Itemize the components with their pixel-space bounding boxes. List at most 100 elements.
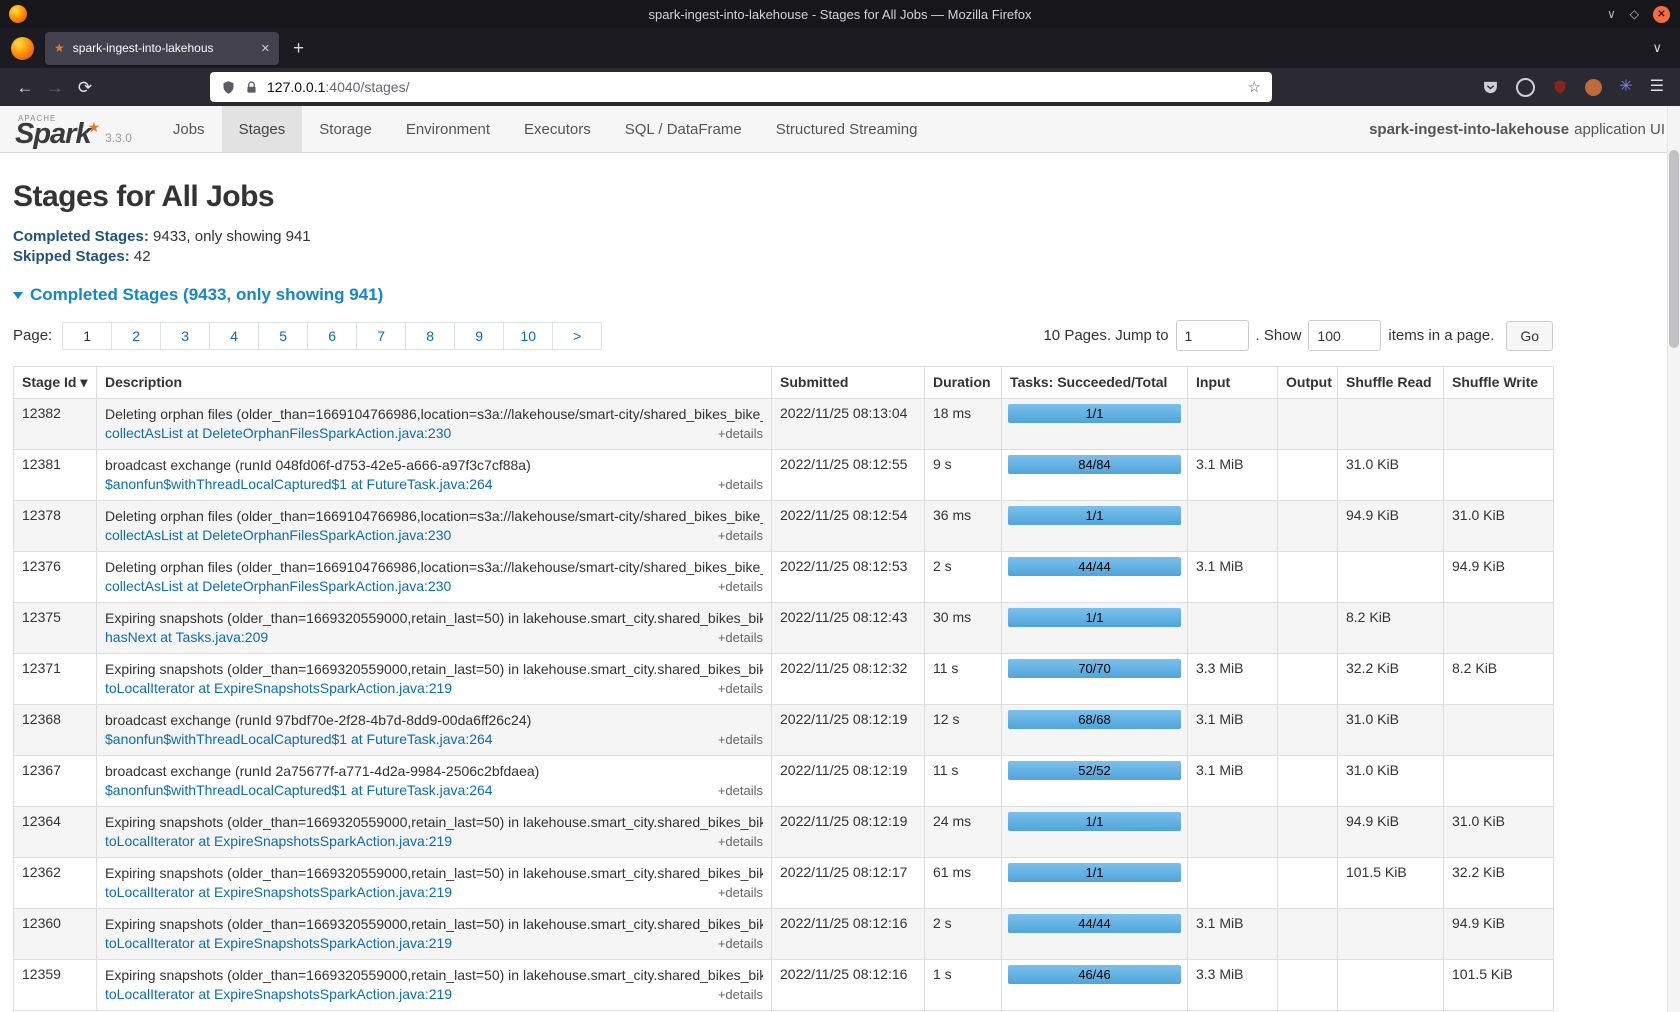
- browser-tab[interactable]: ★ spark-ingest-into-lakehous ✕: [45, 32, 279, 65]
- details-toggle[interactable]: +details: [718, 577, 763, 596]
- column-header-tasks-succeeded-total[interactable]: Tasks: Succeeded/Total: [1002, 367, 1188, 399]
- stage-detail-link[interactable]: collectAsList at DeleteOrphanFilesSparkA…: [105, 577, 451, 596]
- stage-detail-link[interactable]: collectAsList at DeleteOrphanFilesSparkA…: [105, 526, 451, 545]
- stage-detail-link[interactable]: toLocalIterator at ExpireSnapshotsSparkA…: [105, 832, 452, 851]
- details-toggle[interactable]: +details: [718, 679, 763, 698]
- new-tab-button[interactable]: +: [293, 39, 304, 58]
- items-per-page-input[interactable]: [1308, 320, 1381, 351]
- shuffle-read-cell: 8.2 KiB: [1338, 603, 1444, 654]
- completed-stages-link[interactable]: Completed Stages:: [13, 228, 149, 245]
- details-toggle[interactable]: +details: [718, 628, 763, 647]
- account-icon[interactable]: [1516, 78, 1535, 97]
- skipped-stages-link[interactable]: Skipped Stages:: [13, 248, 130, 265]
- stage-detail-link[interactable]: $anonfun$withThreadLocalCaptured$1 at Fu…: [105, 781, 493, 800]
- stage-id-cell: 12382: [14, 399, 97, 450]
- page-button-1[interactable]: 1: [62, 322, 112, 350]
- details-toggle[interactable]: +details: [718, 526, 763, 545]
- details-toggle[interactable]: +details: [718, 475, 763, 494]
- extension-pinwheel-icon[interactable]: ✳: [1619, 79, 1632, 95]
- tab-close-icon[interactable]: ✕: [261, 42, 270, 55]
- go-button[interactable]: Go: [1506, 321, 1553, 351]
- ublock-shield-icon[interactable]: [1552, 79, 1568, 95]
- column-header-duration[interactable]: Duration: [925, 367, 1002, 399]
- page-button-9[interactable]: 9: [454, 322, 504, 350]
- url-bar[interactable]: 127.0.0.1:4040/stages/ ☆: [210, 72, 1272, 102]
- description-cell: Deleting orphan files (older_than=166910…: [97, 552, 772, 603]
- stage-detail-link[interactable]: collectAsList at DeleteOrphanFilesSparkA…: [105, 424, 451, 443]
- stage-detail-link[interactable]: hasNext at Tasks.java:209: [105, 628, 268, 647]
- stage-detail-link[interactable]: toLocalIterator at ExpireSnapshotsSparkA…: [105, 883, 452, 902]
- page-button-8[interactable]: 8: [405, 322, 455, 350]
- stage-detail-link[interactable]: toLocalIterator at ExpireSnapshotsSparkA…: [105, 679, 452, 698]
- page-button-6[interactable]: 6: [307, 322, 357, 350]
- spark-nav-environment[interactable]: Environment: [389, 106, 507, 152]
- details-toggle[interactable]: +details: [718, 985, 763, 1004]
- jump-to-page-input[interactable]: [1176, 320, 1249, 351]
- minimize-button[interactable]: ∨: [1607, 8, 1616, 20]
- scrollbar-thumb[interactable]: [1669, 150, 1679, 348]
- column-header-stage-id[interactable]: Stage Id ▾: [14, 367, 97, 399]
- submitted-cell: 2022/11/25 08:12:53: [772, 552, 925, 603]
- avatar-icon[interactable]: [1585, 79, 1602, 96]
- details-toggle[interactable]: +details: [718, 424, 763, 443]
- stage-detail-link[interactable]: toLocalIterator at ExpireSnapshotsSparkA…: [105, 985, 452, 1004]
- description-cell: Deleting orphan files (older_than=166910…: [97, 501, 772, 552]
- spark-nav-storage[interactable]: Storage: [302, 106, 389, 152]
- column-header-description[interactable]: Description: [97, 367, 772, 399]
- spark-nav-sql-dataframe[interactable]: SQL / DataFrame: [608, 106, 759, 152]
- column-header-output[interactable]: Output: [1278, 367, 1338, 399]
- tracking-protection-shield-icon[interactable]: [221, 80, 236, 95]
- spark-nav-stages[interactable]: Stages: [222, 106, 303, 152]
- page-button-10[interactable]: 10: [503, 322, 553, 350]
- spark-nav-jobs[interactable]: Jobs: [156, 106, 222, 152]
- output-cell: [1278, 450, 1338, 501]
- list-all-tabs-icon[interactable]: ∨: [1652, 40, 1662, 56]
- details-toggle[interactable]: +details: [718, 934, 763, 953]
- input-cell: 3.1 MiB: [1188, 450, 1278, 501]
- bookmark-star-icon[interactable]: ☆: [1248, 78, 1261, 96]
- back-button[interactable]: ←: [10, 79, 40, 96]
- input-cell: [1188, 603, 1278, 654]
- tasks-cell: 1/1: [1002, 399, 1188, 450]
- details-toggle[interactable]: +details: [718, 730, 763, 749]
- page-button-7[interactable]: 7: [356, 322, 406, 350]
- spark-nav-executors[interactable]: Executors: [507, 106, 608, 152]
- close-button[interactable]: ✕: [1653, 6, 1670, 23]
- column-header-input[interactable]: Input: [1188, 367, 1278, 399]
- stage-detail-link[interactable]: toLocalIterator at ExpireSnapshotsSparkA…: [105, 934, 452, 953]
- spark-logo[interactable]: APACHESpark★ 3.3.0: [0, 106, 132, 152]
- page-button-3[interactable]: 3: [160, 322, 210, 350]
- page-button-5[interactable]: 5: [258, 322, 308, 350]
- toolbar-extension-icons: ✳ ☰: [1482, 78, 1670, 97]
- task-progress-label: 1/1: [1008, 812, 1181, 831]
- reload-button[interactable]: ⟳: [70, 79, 100, 96]
- maximize-button[interactable]: ◇: [1630, 8, 1639, 20]
- task-progress-bar: 1/1: [1008, 812, 1181, 831]
- page-next-button[interactable]: >: [552, 322, 602, 350]
- page-button-4[interactable]: 4: [209, 322, 259, 350]
- spark-favicon-icon: ★: [54, 41, 65, 55]
- column-header-shuffle-write[interactable]: Shuffle Write: [1444, 367, 1554, 399]
- completed-stages-section-toggle[interactable]: Completed Stages (9433, only showing 941…: [13, 285, 1667, 305]
- column-header-shuffle-read[interactable]: Shuffle Read: [1338, 367, 1444, 399]
- stage-detail-link[interactable]: $anonfun$withThreadLocalCaptured$1 at Fu…: [105, 730, 493, 749]
- shuffle-write-cell: [1444, 399, 1554, 450]
- forward-button[interactable]: →: [40, 79, 70, 96]
- page-button-2[interactable]: 2: [111, 322, 161, 350]
- stage-detail-link[interactable]: $anonfun$withThreadLocalCaptured$1 at Fu…: [105, 475, 493, 494]
- stage-row-12381: 12381broadcast exchange (runId 048fd06f-…: [14, 450, 1554, 501]
- column-header-submitted[interactable]: Submitted: [772, 367, 925, 399]
- lock-icon[interactable]: [245, 81, 258, 94]
- submitted-cell: 2022/11/25 08:12:54: [772, 501, 925, 552]
- spark-nav-structured-streaming[interactable]: Structured Streaming: [759, 106, 935, 152]
- pocket-icon[interactable]: [1482, 79, 1499, 96]
- details-toggle[interactable]: +details: [718, 832, 763, 851]
- details-toggle[interactable]: +details: [718, 883, 763, 902]
- stages-table: Stage Id ▾DescriptionSubmittedDurationTa…: [13, 366, 1554, 1011]
- submitted-cell: 2022/11/25 08:12:43: [772, 603, 925, 654]
- section-title: Completed Stages (9433, only showing 941…: [30, 285, 383, 305]
- details-toggle[interactable]: +details: [718, 781, 763, 800]
- hamburger-menu-button[interactable]: ☰: [1650, 79, 1664, 95]
- input-cell: 3.1 MiB: [1188, 909, 1278, 960]
- vertical-scrollbar[interactable]: [1667, 106, 1680, 1012]
